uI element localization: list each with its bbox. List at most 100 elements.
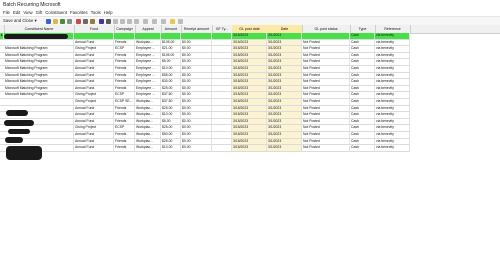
column-header[interactable]: Reference [375,25,411,33]
table-cell[interactable]: Cash [350,92,375,98]
table-cell[interactable]: 3/15/2023 [232,85,267,92]
menu-item-favorites[interactable]: Favorites [70,10,88,15]
table-cell[interactable]: Workplac... [135,132,161,138]
lightbulb-icon[interactable] [170,19,175,24]
table-cell[interactable]: Employee ... [135,72,161,79]
table-cell[interactable]: $105.00 [161,39,181,46]
table-cell[interactable]: Annual Fund [74,52,114,59]
filter-icon[interactable] [83,19,88,24]
table-cell[interactable]: 3/15/2023 [232,105,267,112]
table-cell[interactable]: 3/15/2023 [232,46,267,52]
table-cell[interactable]: $0.00 [181,92,212,98]
table-cell[interactable]: 3/1/2023 [267,46,302,52]
table-cell[interactable]: 3/1/2023 [267,39,302,46]
table-cell[interactable]: $0.00 [181,105,212,112]
table-cell[interactable]: $25.00 [161,105,181,112]
tool-icon-5[interactable] [143,19,148,24]
menu-item-constituent[interactable]: Constituent [45,10,67,15]
column-header[interactable]: Constituent Name [4,25,75,33]
table-cell[interactable]: Annual Fund [74,112,114,118]
table-cell[interactable]: Cash [350,72,375,79]
table-cell[interactable]: Not Posted [302,125,350,131]
table-cell[interactable]: Not Posted [302,132,350,138]
open-icon[interactable] [53,19,58,24]
table-cell[interactable]: Employee ... [135,79,161,85]
table-cell[interactable]: $0.00 [181,132,212,138]
table-cell[interactable]: ECSP [114,46,135,52]
table-row[interactable]: Annual Fund Friends Workplac... $10.00 $0.00… [0,112,410,119]
table-cell[interactable]: $0.00 [181,112,212,118]
table-cell[interactable]: Cash [350,33,375,39]
table-cell[interactable]: $10.00 [161,112,181,118]
table-cell[interactable]: Cash [350,118,375,125]
table-cell[interactable]: Not Posted [302,72,350,79]
column-header[interactable]: GL post date [232,25,268,33]
table-cell[interactable]: Cash [350,66,375,72]
table-cell[interactable]: Annual Fund [74,59,114,65]
table-cell[interactable]: Cash [350,99,375,105]
table-cell[interactable]: Giving Project [74,92,114,98]
table-cell[interactable]: Not Posted [302,92,350,98]
table-cell[interactable]: via benevity [375,112,410,118]
table-cell[interactable]: $0.00 [181,72,212,79]
table-cell[interactable] [212,72,232,79]
table-cell[interactable]: via benevity [375,79,410,85]
table-cell[interactable]: Not Posted [302,39,350,46]
table-cell[interactable]: Not Posted [302,79,350,85]
columns-icon[interactable] [106,19,111,24]
table-cell[interactable]: 3/15/2023 [232,132,267,138]
table-cell[interactable]: Microsoft Matching Program [4,92,74,98]
column-header[interactable]: Receipt amount [181,25,213,33]
table-cell[interactable]: Cash [350,105,375,112]
table-cell[interactable]: 3/15/2023 [232,79,267,85]
table-cell[interactable]: Employee ... [135,46,161,52]
grid-icon[interactable] [99,19,104,24]
table-cell[interactable]: Microsoft Matching Program [4,52,74,59]
table-cell[interactable]: ECSP [114,125,135,131]
table-cell[interactable]: Friends [114,59,135,65]
column-header[interactable]: Appeal [135,25,162,33]
table-cell[interactable]: Annual Fund [74,105,114,112]
column-header[interactable]: Type [350,25,376,33]
table-cell[interactable]: Annual Fund [74,118,114,125]
table-cell[interactable]: via benevity [375,33,410,39]
table-row[interactable]: Annual Fund Friends Workplac... $5.00 $0.00 3… [0,118,410,126]
table-cell[interactable]: Not Posted [302,99,350,105]
table-cell[interactable]: Microsoft Matching Program [4,46,74,52]
table-cell[interactable]: via benevity [375,39,410,46]
table-cell[interactable]: 3/1/2023 [267,52,302,59]
table-cell[interactable]: Annual Fund [74,85,114,92]
table-cell[interactable] [135,33,161,39]
table-cell[interactable]: Employee ... [135,52,161,59]
table-cell[interactable]: $0.00 [181,138,212,145]
table-cell[interactable]: ECSP SE... [114,99,135,105]
table-cell[interactable]: Annual Fund [74,79,114,85]
table-row[interactable]: Microsoft Matching Program Annual Fund Fri… [0,72,410,80]
table-row[interactable]: Giving Project ECSP Workplac... $25.00 $0.00… [0,125,410,132]
table-cell[interactable]: Cash [350,145,375,151]
table-cell[interactable]: Not Posted [302,112,350,118]
table-cell[interactable]: ECSP [114,92,135,98]
table-cell[interactable]: $25.00 [161,138,181,145]
table-cell[interactable] [212,52,232,59]
table-cell[interactable]: 3/1/2023 [267,72,302,79]
table-cell[interactable]: Workplac... [135,105,161,112]
batch-icon[interactable] [60,19,65,24]
table-cell[interactable]: via benevity [375,46,410,52]
column-header[interactable]: Campaign [114,25,136,33]
table-cell[interactable] [212,79,232,85]
table-row[interactable]: Annual Fund Friends Workplac... $25.00 $0.00… [0,138,410,146]
table-cell[interactable]: Giving Project [74,99,114,105]
table-cell[interactable]: $5.00 [161,118,181,125]
table-cell[interactable]: 3/1/2023 [267,132,302,138]
menu-item-gift[interactable]: Gift [36,10,43,15]
table-cell[interactable]: Annual Fund [74,145,114,151]
table-cell[interactable]: Giving Project [74,125,114,131]
column-header[interactable]: GF Ty... [212,25,233,33]
table-cell[interactable]: 3/1/2023 [267,99,302,105]
print-icon[interactable] [67,19,72,24]
table-cell[interactable]: via benevity [375,66,410,72]
table-cell[interactable]: $37.50 [161,92,181,98]
table-cell[interactable]: 3/1/2023 [267,145,302,151]
tool-icon-3[interactable] [127,19,132,24]
